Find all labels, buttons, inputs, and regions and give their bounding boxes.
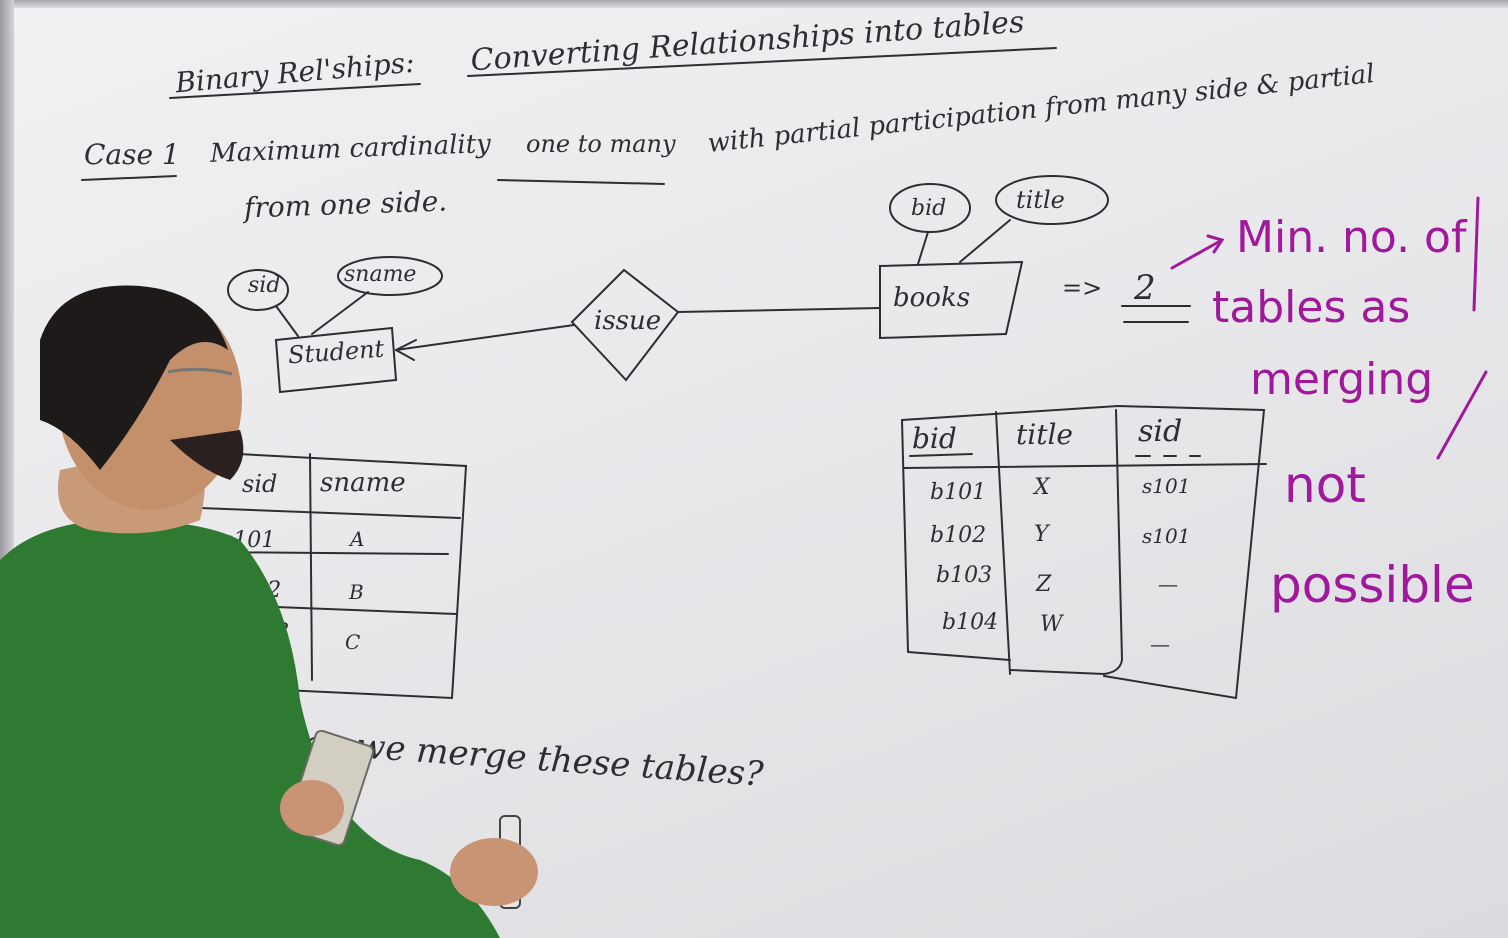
attr-link (917, 231, 929, 265)
table-line (1009, 409, 1124, 676)
case-underline (81, 175, 177, 181)
attr-link (275, 305, 299, 337)
attr-link (959, 219, 1011, 263)
instructor-hand (450, 838, 538, 906)
attr-link (311, 291, 369, 335)
books-table-border (901, 404, 1266, 700)
table-line (995, 411, 1011, 675)
bid-underline (909, 453, 973, 457)
table-line (907, 651, 1011, 661)
annotation-tick (1472, 196, 1480, 312)
one-to-many-underline (497, 179, 665, 185)
annotation-arrow (1170, 238, 1224, 270)
instructor-hand (280, 780, 344, 836)
heading-underline (169, 83, 421, 99)
attr-sid-ellipse (227, 269, 289, 311)
relationship-line (395, 324, 575, 351)
title-underline (467, 47, 1057, 77)
relationship-line (677, 307, 881, 313)
board-drawings (0, 47, 1488, 938)
table-line (903, 463, 1267, 469)
attr-title-ellipse (995, 175, 1109, 225)
books-entity-box (879, 260, 1024, 340)
attr-bid-ellipse (889, 183, 971, 233)
table-line (901, 419, 909, 653)
table-line (199, 507, 461, 519)
attr-sname-ellipse (337, 256, 443, 296)
issue-diamond (570, 268, 680, 382)
result-underline (1121, 305, 1191, 323)
table-line (309, 453, 313, 681)
annotation-slash (1436, 370, 1488, 460)
instructor-shirt (0, 520, 500, 938)
student-entity-box (274, 326, 398, 394)
